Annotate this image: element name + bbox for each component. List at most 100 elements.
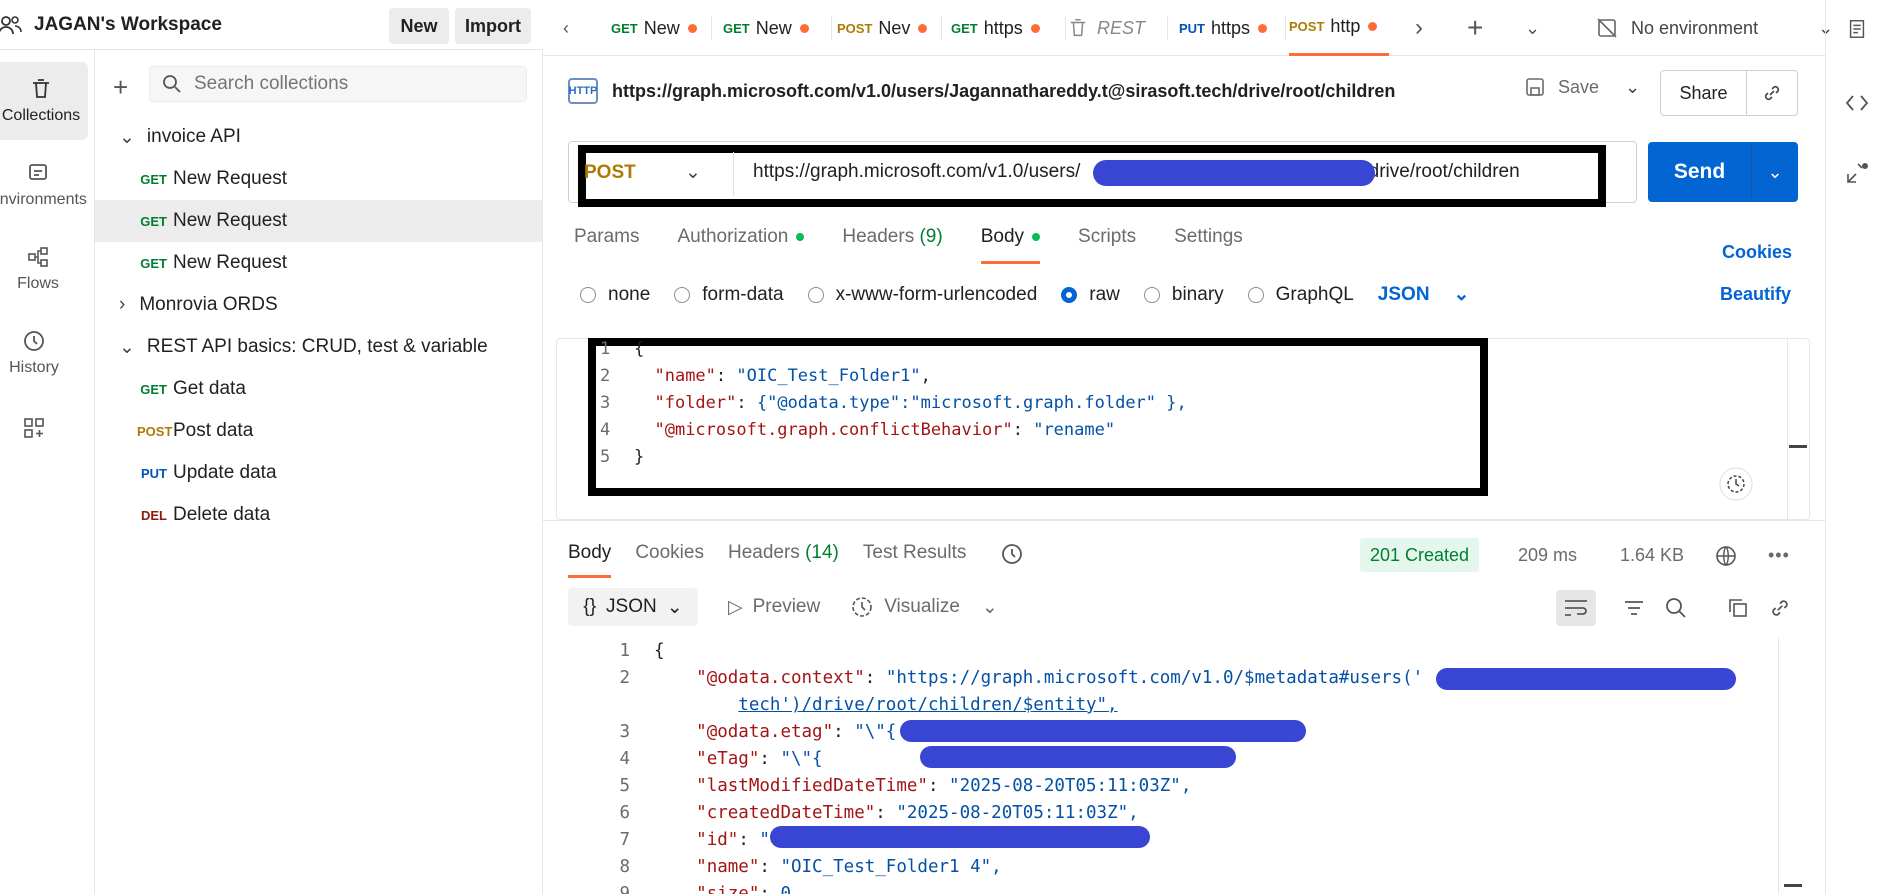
radio-none[interactable]: none — [580, 284, 650, 306]
method-badge: PUT — [1179, 20, 1205, 36]
collection-rest-api-basics[interactable]: ⌄ REST API basics: CRUD, test & variable — [95, 326, 542, 368]
status-badge[interactable]: 201 Created — [1360, 538, 1480, 572]
rail-item-flows[interactable]: Flows — [0, 230, 82, 308]
tab-body[interactable]: Body — [980, 226, 1041, 264]
collection-monrovia-ords[interactable]: › Monrovia ORDS — [95, 284, 542, 326]
radio-graphql[interactable]: GraphQL — [1247, 284, 1354, 306]
link-icon[interactable] — [1761, 82, 1783, 104]
radio-binary[interactable]: binary — [1143, 283, 1224, 306]
send-button[interactable]: Send ⌄ — [1648, 142, 1798, 202]
list-item[interactable]: GET Get data — [95, 368, 542, 410]
environment-selector[interactable]: No environment ⌄ — [1595, 0, 1833, 56]
new-button[interactable]: New — [389, 8, 449, 44]
rail-item-history[interactable]: History — [0, 314, 78, 392]
unsaved-dot — [1030, 23, 1040, 33]
tabs-scroll-right[interactable]: › — [1415, 0, 1423, 56]
response-size[interactable]: 1.64 KB — [1620, 545, 1684, 566]
list-item[interactable]: GET New Request — [95, 200, 542, 242]
search-input[interactable] — [194, 73, 494, 95]
tab-label: https — [983, 17, 1023, 38]
workspace-title[interactable]: JAGAN's Workspace — [34, 14, 222, 36]
save-button[interactable]: Save ⌄ — [1524, 76, 1640, 98]
tab-scripts[interactable]: Scripts — [1078, 226, 1136, 264]
chevron-down-icon[interactable]: ⌄ — [982, 596, 998, 619]
chevron-down-icon[interactable]: ⌄ — [1625, 77, 1640, 98]
preview-button[interactable]: ▷ Preview — [728, 596, 820, 619]
request-label: Delete data — [173, 504, 271, 525]
method-select[interactable]: POST ⌄ — [584, 161, 701, 184]
rail-item-environments[interactable]: Environments — [0, 146, 87, 224]
add-collection-button[interactable]: + — [113, 72, 128, 103]
filter-icon[interactable] — [1622, 596, 1646, 620]
visualize-button[interactable]: Visualize ⌄ — [850, 595, 998, 619]
line-number: 3 — [619, 722, 630, 742]
code-icon[interactable] — [1844, 92, 1870, 114]
rail-label: Collections — [1, 107, 81, 124]
related-requests-icon[interactable] — [1844, 160, 1870, 186]
link-icon[interactable] — [1768, 596, 1792, 620]
rail-item-add-apps[interactable] — [0, 406, 78, 456]
tab-request[interactable]: POST Nev — [837, 0, 937, 56]
body-format-select[interactable]: JSON ⌄ — [1378, 283, 1470, 306]
tab-settings[interactable]: Settings — [1174, 226, 1243, 264]
rail-item-collections[interactable]: Collections — [0, 62, 88, 140]
tab-authorization[interactable]: Authorization — [677, 226, 805, 264]
search-collections[interactable] — [149, 66, 527, 102]
collection-invoice-api[interactable]: ⌄ invoice API — [95, 116, 542, 158]
tab-response-headers[interactable]: Headers (14) — [728, 542, 839, 578]
copy-icon[interactable] — [1726, 596, 1750, 620]
request-label: New Request — [173, 210, 288, 231]
tabs-dropdown[interactable]: ⌄ — [1525, 0, 1540, 56]
new-tab-button[interactable]: + — [1467, 0, 1483, 56]
tab-headers[interactable]: Headers (9) — [842, 226, 942, 264]
json-value: "\"{ — [780, 749, 823, 769]
json-key: "@odata.context" — [696, 668, 865, 688]
list-item[interactable]: PUT Update data — [95, 452, 542, 494]
wrap-lines-button[interactable] — [1556, 590, 1596, 626]
more-options-icon[interactable]: ••• — [1768, 545, 1790, 566]
tab-response-cookies[interactable]: Cookies — [635, 542, 704, 578]
chevron-down-icon[interactable]: ⌄ — [1752, 162, 1798, 183]
tab-params[interactable]: Params — [574, 226, 639, 264]
tab-request[interactable]: GET New — [611, 0, 711, 56]
request-name[interactable]: https://graph.microsoft.com/v1.0/users/J… — [612, 81, 1395, 102]
cookies-link[interactable]: Cookies — [1722, 242, 1792, 263]
redaction-mark — [1436, 668, 1736, 690]
tab-test-results[interactable]: Test Results — [863, 542, 966, 578]
radio-label: binary — [1171, 283, 1224, 305]
json-key: "createdDateTime" — [696, 803, 876, 823]
tab-request[interactable]: GET https — [951, 0, 1061, 56]
globe-icon[interactable] — [1714, 544, 1738, 568]
request-label: New Request — [173, 252, 288, 273]
response-format-select[interactable]: {} JSON ⌄ — [568, 588, 698, 626]
ai-assist-icon[interactable] — [1719, 467, 1753, 501]
docs-icon[interactable] — [1846, 18, 1868, 40]
tab-request[interactable]: REST — [1067, 0, 1167, 56]
share-button[interactable]: Share — [1661, 71, 1747, 115]
list-item[interactable]: GET New Request — [95, 158, 542, 200]
beautify-link[interactable]: Beautify — [1720, 284, 1791, 305]
tab-label: Body — [980, 226, 1025, 247]
line-number: 8 — [619, 857, 630, 877]
response-toolbar: {} JSON ⌄ ▷ Preview Visualize ⌄ — [568, 588, 998, 626]
preview-label: Preview — [752, 596, 821, 617]
radio-raw[interactable]: raw — [1061, 284, 1120, 306]
radio-form-data[interactable]: form-data — [674, 284, 784, 306]
tab-request-active[interactable]: POST http — [1289, 0, 1389, 56]
radio-circle-selected — [1061, 286, 1078, 303]
tab-request[interactable]: GET New — [723, 0, 823, 56]
list-item[interactable]: GET New Request — [95, 242, 542, 284]
json-value: "2025-08-20T05:11:03Z", — [949, 776, 1192, 796]
tab-label: http — [1330, 16, 1361, 36]
history-icon[interactable] — [1000, 542, 1024, 566]
visualize-icon — [852, 597, 873, 617]
list-item[interactable]: DEL Delete data — [95, 494, 542, 536]
tabs-scroll-left[interactable]: ‹ — [563, 0, 569, 56]
search-icon[interactable] — [1664, 596, 1688, 620]
tab-request[interactable]: PUT https — [1179, 0, 1279, 56]
radio-urlencoded[interactable]: x-www-form-urlencoded — [807, 284, 1037, 306]
import-button[interactable]: Import — [455, 8, 531, 44]
tab-response-body[interactable]: Body — [568, 542, 612, 578]
list-item[interactable]: POST Post data — [95, 410, 542, 452]
response-time[interactable]: 209 ms — [1518, 545, 1577, 566]
